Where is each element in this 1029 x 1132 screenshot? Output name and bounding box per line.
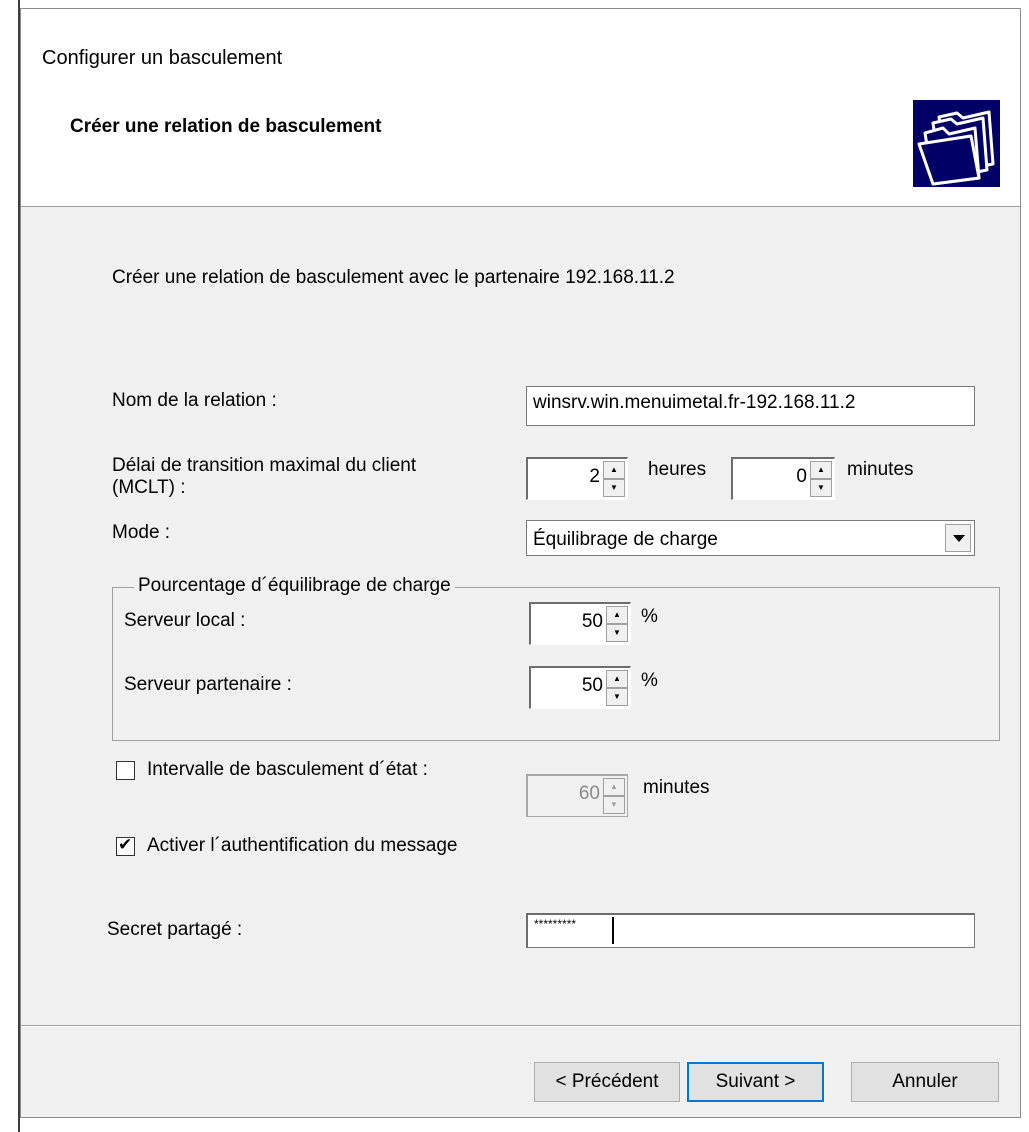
spin-up-icon[interactable]: ▲: [606, 606, 628, 624]
local-server-spinner[interactable]: 50 ▲ ▼: [529, 602, 631, 645]
relation-name-label: Nom de la relation :: [112, 390, 277, 411]
spin-down-icon[interactable]: ▼: [606, 688, 628, 706]
spin-up-icon[interactable]: ▲: [810, 461, 832, 479]
relation-name-input[interactable]: winsrv.win.menuimetal.fr-192.168.11.2: [526, 386, 975, 426]
page-title: Créer une relation de basculement: [70, 116, 382, 137]
shared-secret-label: Secret partagé :: [107, 919, 243, 940]
window-title: Configurer un basculement: [42, 47, 283, 69]
message-auth-label: Activer l´authentification du message: [147, 835, 458, 856]
relation-name-value: winsrv.win.menuimetal.fr-192.168.11.2: [533, 392, 856, 413]
mclt-label: Délai de transition maximal du client (M…: [112, 455, 416, 499]
mclt-hours-value: 2: [589, 466, 600, 487]
cancel-button[interactable]: Annuler: [851, 1062, 999, 1102]
mclt-label-line1: Délai de transition maximal du client: [112, 455, 417, 476]
mclt-minutes-unit: minutes: [847, 459, 914, 480]
partner-server-spinner[interactable]: 50 ▲ ▼: [529, 666, 631, 709]
message-auth-checkbox[interactable]: [116, 835, 135, 856]
spin-down-icon[interactable]: ▼: [603, 796, 625, 814]
partner-server-unit: %: [641, 670, 658, 691]
spin-down-icon[interactable]: ▼: [606, 624, 628, 642]
shared-secret-value: *********: [534, 917, 577, 931]
spin-up-icon[interactable]: ▲: [606, 670, 628, 688]
state-interval-label: Intervalle de basculement d´état :: [147, 759, 428, 780]
spin-up-icon[interactable]: ▲: [603, 778, 625, 796]
intro-text: Créer une relation de basculement avec l…: [112, 267, 675, 288]
load-balance-group-label: Pourcentage d´équilibrage de charge: [134, 575, 455, 597]
local-server-value: 50: [581, 611, 603, 632]
failover-wizard-dialog: Configurer un basculement Créer une rela…: [20, 8, 1021, 1118]
state-interval-value: 60: [578, 783, 600, 804]
wizard-folders-icon: [913, 100, 1000, 187]
shared-secret-input[interactable]: *********: [526, 913, 975, 948]
next-button[interactable]: Suivant >: [687, 1062, 824, 1102]
mclt-minutes-spinner[interactable]: 0 ▲ ▼: [731, 457, 835, 500]
back-button[interactable]: < Précédent: [534, 1062, 680, 1102]
mode-value: Équilibrage de charge: [533, 529, 718, 550]
mclt-minutes-value: 0: [796, 466, 807, 487]
mclt-label-line2: (MCLT) :: [112, 477, 186, 498]
mode-label: Mode :: [112, 522, 171, 543]
local-server-unit: %: [641, 606, 658, 627]
text-cursor: [612, 917, 614, 944]
mode-select[interactable]: Équilibrage de charge: [526, 520, 975, 556]
partner-server-value: 50: [581, 675, 603, 696]
chevron-down-icon[interactable]: [945, 524, 971, 552]
state-interval-checkbox[interactable]: [116, 761, 135, 780]
spin-down-icon[interactable]: ▼: [810, 479, 832, 497]
wizard-header: Configurer un basculement Créer une rela…: [21, 9, 1020, 207]
state-interval-spinner[interactable]: 60 ▲ ▼: [526, 774, 628, 817]
mclt-hours-spinner[interactable]: 2 ▲ ▼: [526, 457, 628, 500]
partner-server-label: Serveur partenaire :: [124, 674, 292, 695]
spin-down-icon[interactable]: ▼: [603, 479, 625, 497]
spin-up-icon[interactable]: ▲: [603, 461, 625, 479]
mclt-hours-unit: heures: [648, 459, 707, 480]
footer-divider: [21, 1025, 1020, 1027]
local-server-label: Serveur local :: [124, 610, 246, 631]
state-interval-unit: minutes: [643, 777, 710, 798]
